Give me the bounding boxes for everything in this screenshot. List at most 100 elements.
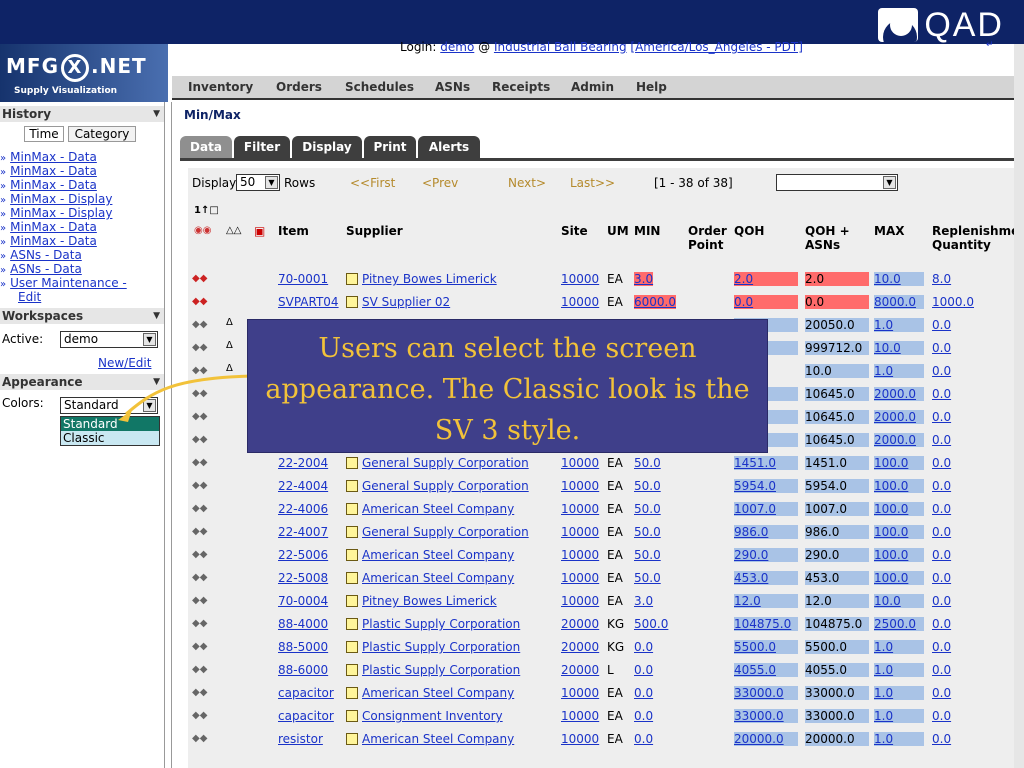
col-qoh[interactable]: QOH	[734, 224, 764, 238]
qoh-value[interactable]: 0.0	[734, 295, 798, 309]
history-item[interactable]: » MinMax - Data	[0, 234, 97, 248]
alert-flag-icon[interactable]: ◆◆	[192, 710, 212, 722]
prev-page-button[interactable]: <Prev	[422, 176, 458, 190]
history-item[interactable]: » ASNs - Data	[0, 248, 82, 262]
qoh-value[interactable]: 986.0	[734, 525, 798, 539]
min-value[interactable]: 0.0	[634, 686, 653, 700]
item-link[interactable]: 70-0001	[278, 272, 328, 286]
qoh-value[interactable]: 2.0	[734, 272, 798, 286]
replenishment-value[interactable]: 0.0	[932, 364, 951, 378]
max-value[interactable]: 100.0	[874, 479, 924, 493]
max-value[interactable]: 100.0	[874, 548, 924, 562]
site-link[interactable]: 10000	[561, 295, 599, 309]
qoh-value[interactable]: 12.0	[734, 594, 798, 608]
min-value[interactable]: 50.0	[634, 456, 661, 470]
chevron-down-icon[interactable]: ▼	[883, 176, 896, 189]
nav-inventory[interactable]: Inventory	[188, 80, 253, 94]
nav-receipts[interactable]: Receipts	[492, 80, 550, 94]
table-row[interactable]: ◆◆ 22-4006 American Steel Company 10000 EA 50…	[188, 498, 1014, 521]
note-icon[interactable]	[346, 617, 360, 631]
min-value[interactable]: 0.0	[634, 640, 653, 654]
max-value[interactable]: 100.0	[874, 502, 924, 516]
max-value[interactable]: 2000.0	[874, 410, 924, 424]
qoh-value[interactable]: 33000.0	[734, 686, 798, 700]
replenishment-value[interactable]: 0.0	[932, 594, 951, 608]
max-value[interactable]: 1.0	[874, 364, 924, 378]
max-value[interactable]: 1.0	[874, 318, 924, 332]
new-edit-link[interactable]: New/Edit	[98, 356, 151, 370]
note-icon[interactable]	[346, 640, 360, 654]
alert-flag-icon[interactable]: ◆◆	[192, 595, 212, 607]
site-link[interactable]: 20000	[561, 640, 599, 654]
replenishment-value[interactable]: 0.0	[932, 617, 951, 631]
alert-flag-icon[interactable]: ◆◆	[192, 480, 212, 492]
supplier-link[interactable]: American Steel Company	[362, 502, 514, 516]
col-item[interactable]: Item	[278, 224, 309, 238]
table-row[interactable]: ◆◆ 22-4007 General Supply Corporation 10000…	[188, 521, 1014, 544]
replenishment-value[interactable]: 0.0	[932, 387, 951, 401]
table-row[interactable]: ◆◆ 22-2004 General Supply Corporation 10000…	[188, 452, 1014, 475]
col-order-point[interactable]: Order Point	[688, 224, 732, 252]
login-user-link[interactable]: demo	[440, 40, 474, 54]
note-icon[interactable]	[346, 732, 360, 746]
alert-flag-icon[interactable]: ◆◆	[192, 572, 212, 584]
min-value[interactable]: 0.0	[634, 709, 653, 723]
table-row[interactable]: ◆◆ resistor American Steel Company 10000 EA 0…	[188, 728, 1014, 751]
supplier-link[interactable]: American Steel Company	[362, 686, 514, 700]
nav-schedules[interactable]: Schedules	[345, 80, 414, 94]
item-link[interactable]: 22-4006	[278, 502, 328, 516]
replenishment-value[interactable]: 0.0	[932, 433, 951, 447]
qoh-value[interactable]: 5954.0	[734, 479, 798, 493]
table-row[interactable]: ◆◆ 88-5000 Plastic Supply Corporation 20000…	[188, 636, 1014, 659]
supplier-link[interactable]: Consignment Inventory	[362, 709, 503, 723]
qoh-value[interactable]: 453.0	[734, 571, 798, 585]
supplier-link[interactable]: Plastic Supply Corporation	[362, 640, 520, 654]
item-link[interactable]: SVPART04	[278, 295, 339, 309]
qoh-value[interactable]: 290.0	[734, 548, 798, 562]
item-link[interactable]: 88-4000	[278, 617, 328, 631]
note-icon[interactable]	[346, 272, 360, 286]
replenishment-value[interactable]: 0.0	[932, 479, 951, 493]
max-value[interactable]: 1.0	[874, 686, 924, 700]
col-max[interactable]: MAX	[874, 224, 904, 238]
replenishment-value[interactable]: 0.0	[932, 318, 951, 332]
min-value[interactable]: 50.0	[634, 571, 661, 585]
replenishment-value[interactable]: 0.0	[932, 410, 951, 424]
note-icon[interactable]	[346, 479, 360, 493]
supplier-link[interactable]: General Supply Corporation	[362, 456, 529, 470]
last-page-button[interactable]: Last>>	[570, 176, 615, 190]
site-link[interactable]: 10000	[561, 709, 599, 723]
supplier-link[interactable]: American Steel Company	[362, 571, 514, 585]
chevron-down-icon[interactable]: ▼	[143, 333, 156, 346]
max-value[interactable]: 2500.0	[874, 617, 924, 631]
supplier-link[interactable]: Plastic Supply Corporation	[362, 617, 520, 631]
workspaces-header[interactable]: Workspaces ▼	[0, 308, 164, 324]
note-icon[interactable]	[346, 594, 360, 608]
replenishment-value[interactable]: 0.0	[932, 732, 951, 746]
qoh-value[interactable]: 20000.0	[734, 732, 798, 746]
first-page-button[interactable]: <<First	[350, 176, 395, 190]
note-icon[interactable]	[346, 571, 360, 585]
replenishment-value[interactable]: 0.0	[932, 456, 951, 470]
note-icon[interactable]	[346, 502, 360, 516]
supplier-link[interactable]: Pitney Bowes Limerick	[362, 272, 497, 286]
min-value[interactable]: 500.0	[634, 617, 668, 631]
tab-filter[interactable]: Filter	[234, 136, 290, 158]
min-value[interactable]: 0.0	[634, 732, 653, 746]
item-link[interactable]: resistor	[278, 732, 323, 746]
tab-alerts[interactable]: Alerts	[418, 136, 480, 158]
replenishment-value[interactable]: 8.0	[932, 272, 951, 286]
trash-icon[interactable]: □	[209, 205, 218, 216]
nav-admin[interactable]: Admin	[571, 80, 614, 94]
col-min[interactable]: MIN	[634, 224, 660, 238]
replenishment-value[interactable]: 0.0	[932, 502, 951, 516]
table-row[interactable]: ◆◆ capacitor Consignment Inventory 10000 EA 0…	[188, 705, 1014, 728]
table-row[interactable]: ◆◆ SVPART04 SV Supplier 02 10000 EA 6000.0 0.0…	[188, 291, 1014, 314]
history-item[interactable]: » User Maintenance -	[0, 276, 127, 290]
max-value[interactable]: 8000.0	[874, 295, 924, 309]
max-value[interactable]: 100.0	[874, 525, 924, 539]
min-value[interactable]: 50.0	[634, 548, 661, 562]
history-item[interactable]: » MinMax - Data	[0, 220, 97, 234]
table-row[interactable]: ◆◆ 70-0004 Pitney Bowes Limerick 10000 EA 3.0…	[188, 590, 1014, 613]
alert-flag-icon[interactable]: ◆◆	[192, 664, 212, 676]
